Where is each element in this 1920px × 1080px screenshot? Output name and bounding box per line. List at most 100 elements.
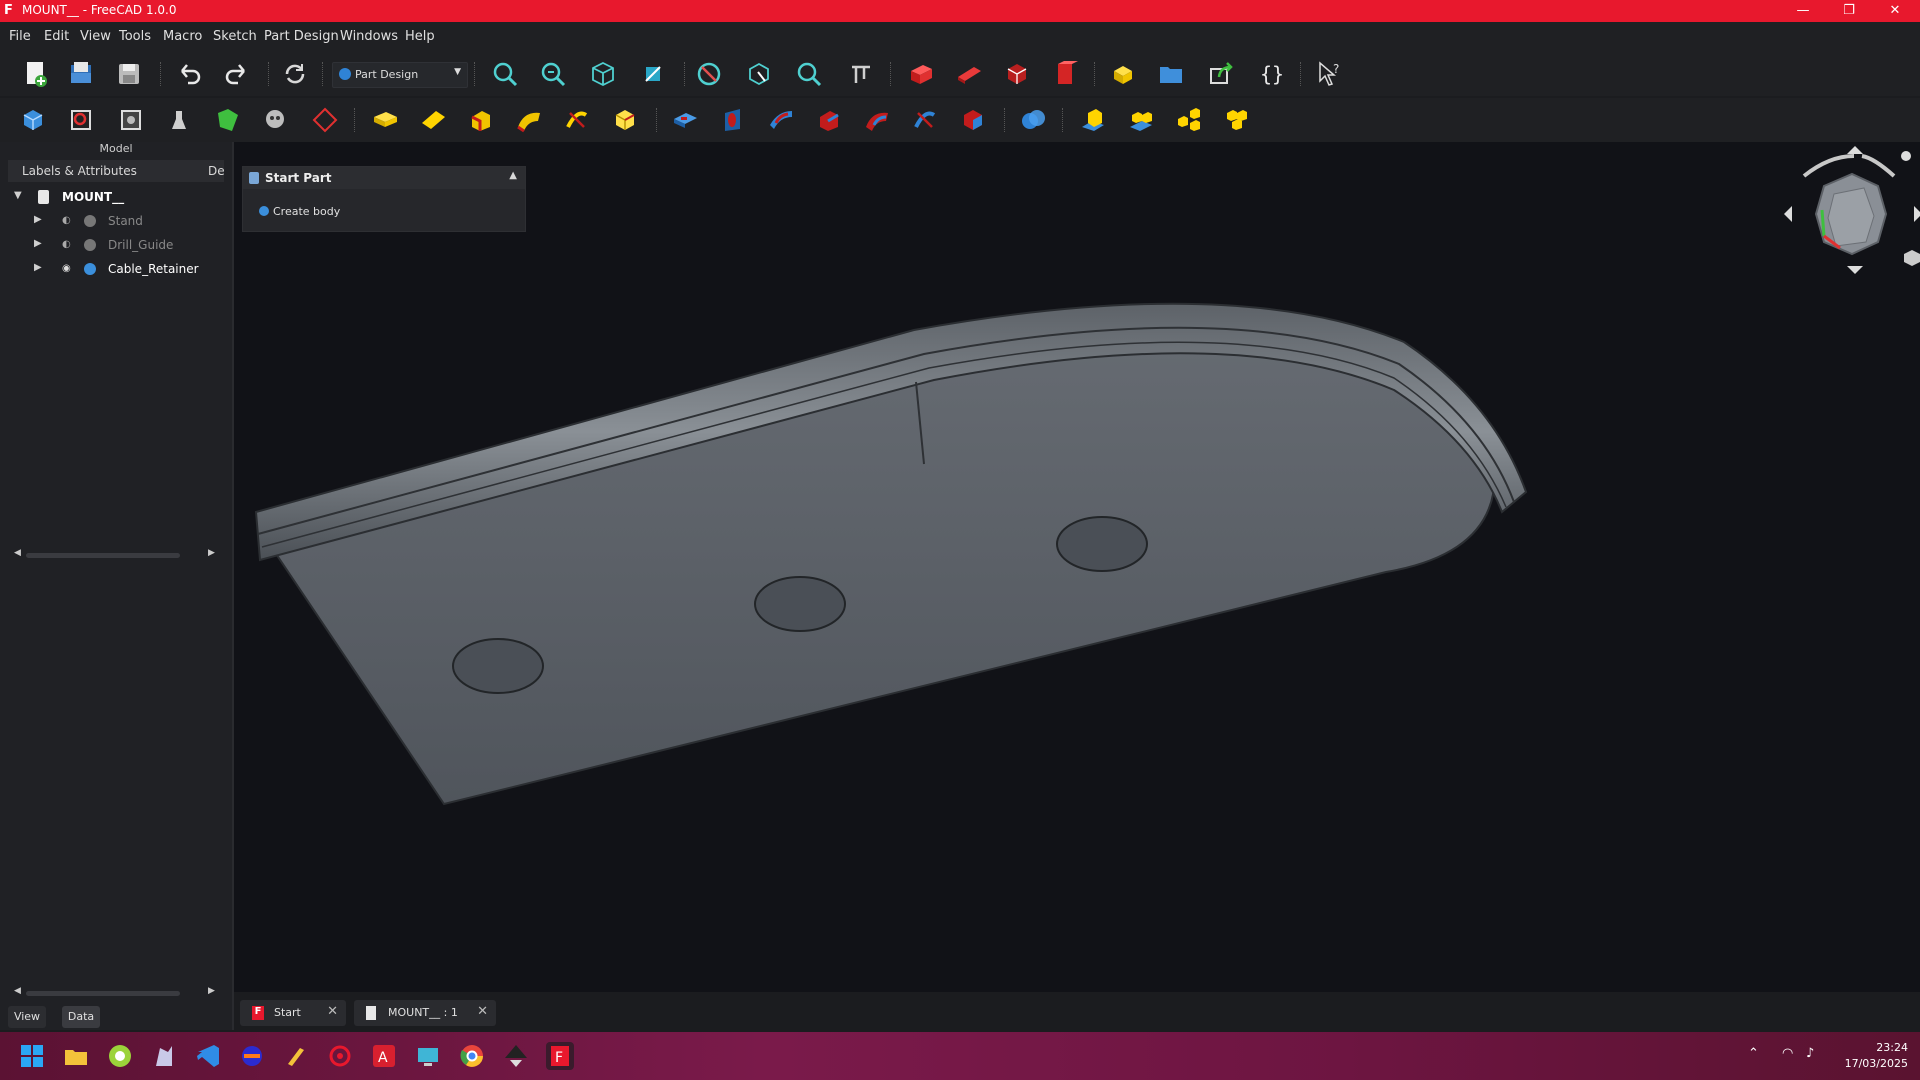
redo-icon[interactable] xyxy=(222,59,252,89)
create-group-icon[interactable] xyxy=(954,59,984,89)
menu-file[interactable]: File xyxy=(9,29,31,44)
eye-hidden-icon[interactable]: ◐ xyxy=(62,215,76,227)
validate-sketch-icon[interactable] xyxy=(116,105,146,135)
collapse-icon[interactable]: ▲ xyxy=(509,170,517,181)
windows-start-icon[interactable] xyxy=(18,1042,46,1070)
create-part-icon[interactable] xyxy=(906,59,936,89)
clone-icon[interactable] xyxy=(260,105,290,135)
tab-view[interactable]: View xyxy=(8,1006,46,1028)
menu-macro[interactable]: Macro xyxy=(163,29,202,44)
close-icon[interactable]: ✕ xyxy=(327,1004,338,1019)
scroll-left-icon[interactable]: ◀ xyxy=(14,986,21,996)
chevron-right-icon[interactable]: ▶ xyxy=(34,238,42,249)
subtractive-pipe-icon[interactable] xyxy=(862,105,892,135)
multi-transform-icon[interactable] xyxy=(1222,105,1252,135)
refresh-icon[interactable] xyxy=(280,59,310,89)
system-clock[interactable]: 23:24 17/03/2025 xyxy=(1845,1040,1908,1072)
datum-plane-icon[interactable] xyxy=(310,105,340,135)
arrow-left-icon[interactable] xyxy=(1784,206,1792,222)
app-lightning-icon[interactable] xyxy=(282,1042,310,1070)
additive-helix-icon[interactable] xyxy=(562,105,592,135)
scroll-right-icon[interactable]: ▶ xyxy=(208,986,215,996)
undo-icon[interactable] xyxy=(174,59,204,89)
eye-icon[interactable]: ◉ xyxy=(62,263,76,275)
shape-binder-green-icon[interactable] xyxy=(212,105,242,135)
whats-this-icon[interactable]: ? xyxy=(1314,59,1344,89)
property-horizontal-scrollbar[interactable]: ◀ ▶ xyxy=(14,986,215,998)
tree-item-mount[interactable]: ▼ MOUNT__ xyxy=(0,186,230,208)
app-orange-icon[interactable] xyxy=(238,1042,266,1070)
isometric-view-icon[interactable] xyxy=(588,59,618,89)
eye-hidden-icon[interactable]: ◐ xyxy=(62,239,76,251)
task-panel-header[interactable]: Start Part ▲ xyxy=(243,167,525,189)
restore-button[interactable]: ❐ xyxy=(1826,0,1872,22)
save-icon[interactable] xyxy=(114,59,144,89)
minimize-button[interactable]: — xyxy=(1780,0,1826,22)
tree-item-stand[interactable]: ▶ ◐ Stand xyxy=(0,210,230,232)
menu-edit[interactable]: Edit xyxy=(44,29,69,44)
navigation-cube[interactable] xyxy=(1774,146,1920,286)
menu-view[interactable]: View xyxy=(80,29,111,44)
chevron-down-icon[interactable]: ▼ xyxy=(14,190,22,201)
workbench-selector[interactable]: Part Design ▼ xyxy=(332,62,468,88)
cable-retainer-model[interactable] xyxy=(234,142,1920,992)
scroll-left-icon[interactable]: ◀ xyxy=(14,548,21,558)
fit-selection-icon[interactable] xyxy=(538,59,568,89)
arrow-right-icon[interactable] xyxy=(1914,206,1920,222)
mirrored-icon[interactable] xyxy=(1078,105,1108,135)
tree-item-cable-retainer[interactable]: ▶ ◉ Cable_Retainer xyxy=(0,258,230,280)
zoom-box-icon[interactable] xyxy=(794,59,824,89)
fit-all-icon[interactable] xyxy=(490,59,520,89)
autocad-icon[interactable]: A xyxy=(370,1042,398,1070)
labels-column-header[interactable]: Labels & Attributes xyxy=(22,164,137,178)
chrome-icon[interactable] xyxy=(458,1042,486,1070)
volume-icon[interactable]: ♪ xyxy=(1806,1046,1814,1061)
revolution-icon[interactable] xyxy=(418,105,448,135)
arrow-up-icon[interactable] xyxy=(1847,146,1863,154)
scrollbar-thumb[interactable] xyxy=(26,553,180,558)
ortho-toggle-icon[interactable] xyxy=(1904,250,1920,266)
new-document-icon[interactable] xyxy=(20,59,50,89)
close-button[interactable]: ✕ xyxy=(1872,0,1918,22)
boolean-icon[interactable] xyxy=(1018,105,1048,135)
subtractive-box-icon[interactable] xyxy=(958,105,988,135)
scroll-right-icon[interactable]: ▶ xyxy=(208,548,215,558)
create-body-icon[interactable] xyxy=(18,105,48,135)
nav-menu-icon[interactable] xyxy=(1901,151,1911,161)
folder-icon[interactable] xyxy=(1156,59,1186,89)
box-selection-icon[interactable] xyxy=(744,59,774,89)
close-icon[interactable]: ✕ xyxy=(477,1004,488,1019)
groove-icon[interactable] xyxy=(766,105,796,135)
hole-icon[interactable] xyxy=(718,105,748,135)
chevron-right-icon[interactable]: ▶ xyxy=(34,262,42,273)
tab-start[interactable]: F Start ✕ xyxy=(240,1000,346,1026)
tab-data[interactable]: Data xyxy=(62,1006,100,1028)
menu-windows[interactable]: Windows xyxy=(340,29,398,44)
tree-item-drill-guide[interactable]: ▶ ◐ Drill_Guide xyxy=(0,234,230,256)
app-gear-icon[interactable] xyxy=(326,1042,354,1070)
export-icon[interactable] xyxy=(1206,59,1236,89)
macro-braces-icon[interactable]: {} xyxy=(1256,59,1286,89)
arrow-down-icon[interactable] xyxy=(1847,266,1863,274)
app-character-icon[interactable] xyxy=(150,1042,178,1070)
menu-help[interactable]: Help xyxy=(405,29,435,44)
inkscape-icon[interactable] xyxy=(502,1042,530,1070)
additive-pipe-icon[interactable] xyxy=(514,105,544,135)
pad-icon[interactable] xyxy=(370,105,400,135)
menu-sketch[interactable]: Sketch xyxy=(213,29,257,44)
link-icon[interactable] xyxy=(1002,59,1032,89)
draw-style-icon[interactable] xyxy=(694,59,724,89)
chevron-up-icon[interactable]: ⌃ xyxy=(1748,1046,1759,1061)
additive-box-icon[interactable] xyxy=(610,105,640,135)
chevron-right-icon[interactable]: ▶ xyxy=(34,214,42,225)
open-document-icon[interactable] xyxy=(66,59,96,89)
shape-binder-icon[interactable] xyxy=(1050,59,1080,89)
wifi-icon[interactable]: ◠ xyxy=(1782,1046,1793,1061)
rotate-left-icon[interactable] xyxy=(1802,154,1855,178)
app-green-icon[interactable] xyxy=(106,1042,134,1070)
measure-icon[interactable] xyxy=(846,59,876,89)
variable-set-icon[interactable] xyxy=(1108,59,1138,89)
pocket-icon[interactable] xyxy=(670,105,700,135)
menu-tools[interactable]: Tools xyxy=(119,29,151,44)
subtractive-loft-icon[interactable] xyxy=(814,105,844,135)
